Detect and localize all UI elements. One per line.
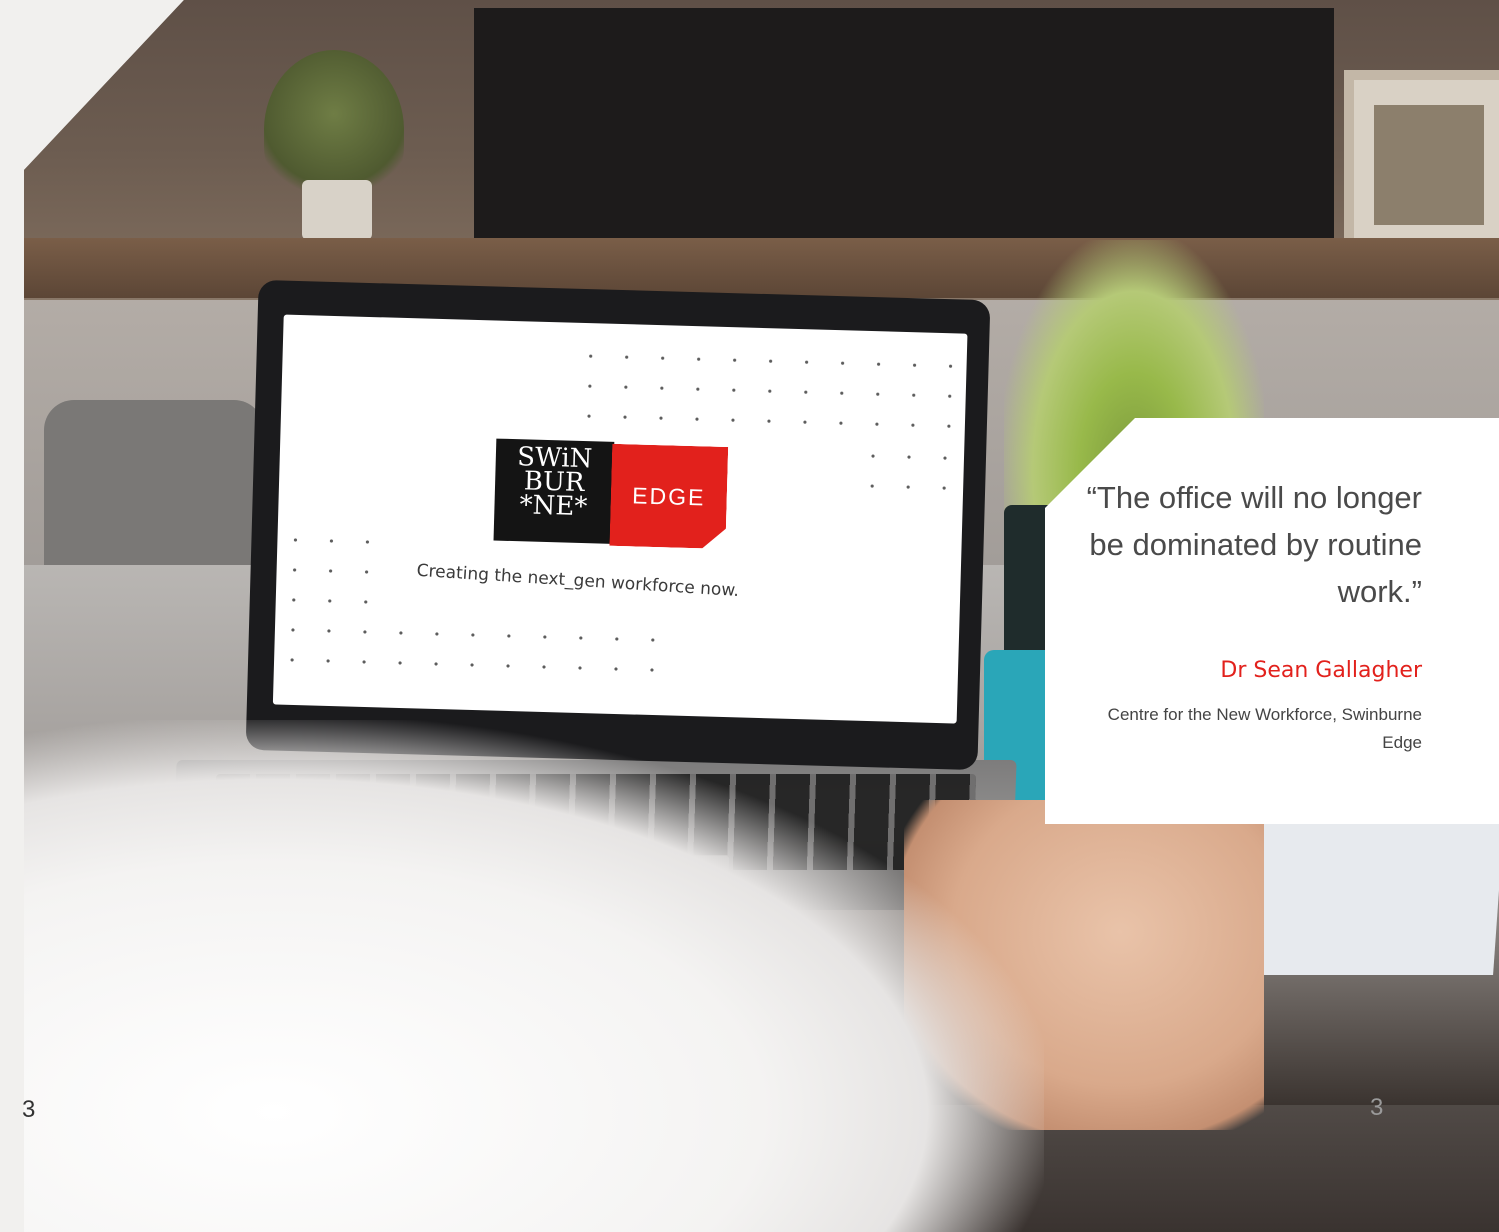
quote-card: “The office will no longer be dominated … <box>1045 418 1499 824</box>
laptop-screen: SWiN BUR *NE* EDGE Creating the next_gen… <box>272 314 968 724</box>
screen-tagline: Creating the next_gen workforce now. <box>416 560 740 602</box>
photo-pot-left <box>302 180 372 240</box>
page-number-right: 3 <box>1370 1094 1384 1121</box>
edge-logo-block: EDGE <box>609 444 728 549</box>
dot-pattern <box>570 340 953 442</box>
laptop-lid: SWiN BUR *NE* EDGE Creating the next_gen… <box>245 279 991 771</box>
logo-line-3: *NE* <box>519 490 588 523</box>
photo-tv <box>474 8 1334 238</box>
edge-logo-text: EDGE <box>631 481 706 510</box>
dot-pattern <box>853 440 951 504</box>
dot-pattern <box>273 614 666 686</box>
photo-shelf <box>24 238 1499 298</box>
page-number-left: 3 <box>22 1096 36 1123</box>
quote-text: “The office will no longer be dominated … <box>1086 480 1422 609</box>
photo-wall-frame <box>1344 70 1499 260</box>
photo-sleeve <box>24 720 1044 1232</box>
left-margin-strip <box>0 0 24 1232</box>
dot-pattern <box>275 524 388 608</box>
swinburne-logo-block: SWiN BUR *NE* <box>493 438 615 544</box>
quote-author: Dr Sean Gallagher <box>1220 658 1422 683</box>
quote-organisation: Centre for the New Workforce, Swinburne … <box>1107 705 1422 752</box>
